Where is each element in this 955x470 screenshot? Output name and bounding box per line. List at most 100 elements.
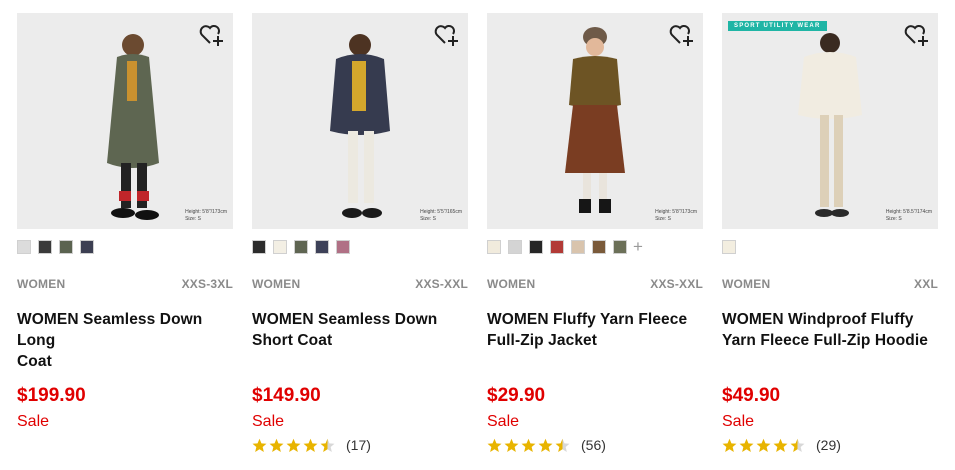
product-price: $199.90 [17,385,86,406]
color-swatch[interactable] [592,240,606,254]
star-icon [521,438,536,452]
color-swatch[interactable] [59,240,73,254]
product-image[interactable]: SPORT UTILITY WEAR Height: 5'8.5"/174cm … [722,13,938,229]
gender-label: WOMEN [252,277,301,291]
product-card[interactable]: Height: 5'8"/173cm Size: S + WOMEN XXS-X… [487,13,703,465]
size-range: XXL [914,277,938,291]
color-swatches [17,240,101,256]
model-size: Size: S [655,216,671,222]
review-count: (29) [816,437,841,453]
product-card[interactable]: Height: 5'8"/173cm Size: S WOMEN XXS-3XL… [17,13,233,465]
star-icon [773,438,788,452]
sale-label: Sale [487,413,520,430]
size-range: XXS-3XL [181,277,233,291]
model-fit-info: Height: 5'8.5"/174cm Size: S [886,209,932,223]
model-size: Size: S [420,216,436,222]
color-swatch[interactable] [80,240,94,254]
model-fit-info: Height: 5'5"/165cm Size: S [420,209,462,223]
color-swatch[interactable] [722,240,736,254]
wishlist-heart-plus-icon[interactable] [904,23,930,47]
sport-utility-tag: SPORT UTILITY WEAR [728,21,827,31]
product-price: $29.90 [487,385,546,406]
half-star-icon [790,438,805,452]
product-name-line: Short Coat [252,332,333,349]
size-range: XXS-XXL [650,277,703,291]
model-fit-info: Height: 5'8"/173cm Size: S [185,209,227,223]
sale-label: Sale [722,413,755,430]
size-range: XXS-XXL [415,277,468,291]
product-card[interactable]: Height: 5'5"/165cm Size: S WOMEN XXS-XXL… [252,13,468,465]
color-swatch[interactable] [613,240,627,254]
star-icon [739,438,754,452]
product-rating[interactable]: (56) [487,436,606,454]
product-name-line: WOMEN Windproof Fluffy [722,311,914,328]
more-colors-plus-icon[interactable]: + [633,238,643,256]
color-swatch[interactable] [294,240,308,254]
color-swatch[interactable] [336,240,350,254]
model-height: Height: 5'8"/173cm [185,209,227,215]
color-swatch[interactable] [252,240,266,254]
color-swatch[interactable] [315,240,329,254]
product-name-line: WOMEN Seamless Down Long [17,311,203,349]
product-price: $149.90 [252,385,321,406]
product-name-line: Full-Zip Jacket [487,332,598,349]
star-icon [538,438,553,452]
star-icon [722,438,737,452]
review-count: (56) [581,437,606,453]
color-swatch[interactable] [571,240,585,254]
wishlist-heart-plus-icon[interactable] [434,23,460,47]
star-icon [252,438,267,452]
product-name[interactable]: WOMEN Seamless Down Long Coat [17,309,233,372]
product-rating[interactable]: (29) [722,436,841,454]
product-image[interactable]: Height: 5'5"/165cm Size: S [252,13,468,229]
product-grid: Height: 5'8"/173cm Size: S WOMEN XXS-3XL… [0,0,955,470]
star-icon [303,438,318,452]
star-rating [722,438,807,453]
product-price: $49.90 [722,385,781,406]
product-name-line: Yarn Fleece Full-Zip Hoodie [722,332,928,349]
gender-label: WOMEN [487,277,536,291]
color-swatches: + [487,238,643,256]
product-name-line: Coat [17,353,52,370]
color-swatch[interactable] [550,240,564,254]
star-rating [252,438,337,453]
gender-label: WOMEN [722,277,771,291]
product-name-line: WOMEN Seamless Down [252,311,438,328]
color-swatch[interactable] [17,240,31,254]
color-swatches [252,240,357,256]
star-icon [286,438,301,452]
product-card[interactable]: SPORT UTILITY WEAR Height: 5'8.5"/174cm … [722,13,938,465]
model-size: Size: S [185,216,201,222]
product-image[interactable]: Height: 5'8"/173cm Size: S [17,13,233,229]
model-fit-info: Height: 5'8"/173cm Size: S [655,209,697,223]
sale-label: Sale [252,413,285,430]
wishlist-heart-plus-icon[interactable] [199,23,225,47]
half-star-icon [555,438,570,452]
star-icon [487,438,502,452]
star-icon [269,438,284,452]
sale-label: Sale [17,413,50,430]
wishlist-heart-plus-icon[interactable] [669,23,695,47]
model-height: Height: 5'8"/173cm [655,209,697,215]
model-height: Height: 5'5"/165cm [420,209,462,215]
model-height: Height: 5'8.5"/174cm [885,209,932,215]
product-name[interactable]: WOMEN Seamless Down Short Coat [252,309,468,351]
color-swatch[interactable] [38,240,52,254]
half-star-icon [320,438,335,452]
product-name[interactable]: WOMEN Fluffy Yarn Fleece Full-Zip Jacket [487,309,703,351]
color-swatch[interactable] [273,240,287,254]
star-rating [487,438,572,453]
product-name[interactable]: WOMEN Windproof Fluffy Yarn Fleece Full-… [722,309,938,351]
star-icon [756,438,771,452]
model-size: Size: S [885,216,902,222]
color-swatches [722,240,743,256]
review-count: (17) [346,437,371,453]
color-swatch[interactable] [508,240,522,254]
gender-label: WOMEN [17,277,66,291]
color-swatch[interactable] [487,240,501,254]
product-name-line: WOMEN Fluffy Yarn Fleece [487,311,688,328]
product-rating[interactable]: (17) [252,436,371,454]
product-image[interactable]: Height: 5'8"/173cm Size: S [487,13,703,229]
star-icon [504,438,519,452]
color-swatch[interactable] [529,240,543,254]
